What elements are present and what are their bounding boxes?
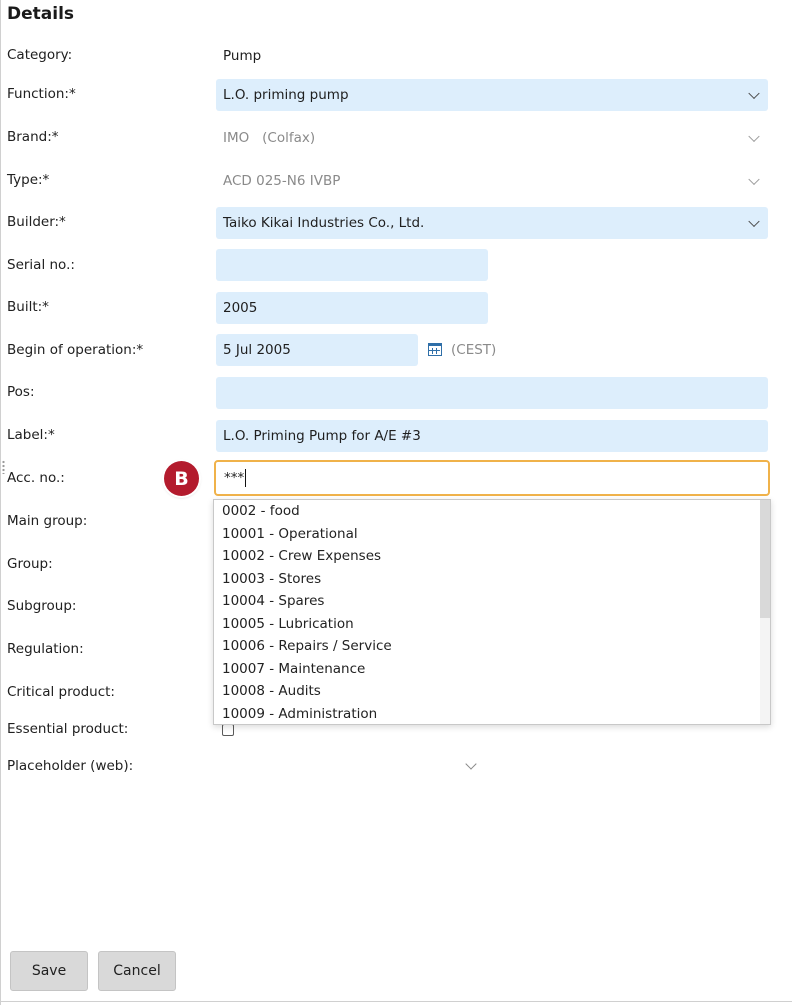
type-select[interactable]: ACD 025-N6 IVBP — [216, 165, 768, 197]
acc-no-input-value: *** — [224, 470, 245, 486]
subgroup-label: Subgroup: — [7, 598, 77, 614]
pos-input[interactable] — [216, 377, 768, 409]
cancel-button[interactable]: Cancel — [98, 951, 176, 991]
placeholder-web-label: Placeholder (web): — [7, 758, 134, 774]
section-title: Details — [7, 4, 75, 24]
dropdown-option[interactable]: 10004 - Spares — [214, 590, 770, 613]
pos-label: Pos: — [7, 384, 35, 400]
brand-label: Brand:* — [7, 129, 59, 145]
serial-no-label: Serial no.: — [7, 257, 75, 273]
chevron-down-icon — [748, 130, 760, 143]
dropdown-option[interactable]: 10005 - Lubrication — [214, 613, 770, 636]
details-form: Details Category: Pump Function:* L.O. p… — [0, 0, 792, 1005]
chevron-down-icon — [748, 87, 760, 100]
builder-label: Builder:* — [7, 214, 66, 230]
dropdown-option[interactable]: 10002 - Crew Expenses — [214, 545, 770, 568]
built-input[interactable]: 2005 — [216, 292, 488, 324]
text-cursor — [245, 469, 247, 487]
brand-select[interactable]: IMO (Colfax) — [216, 122, 768, 154]
serial-no-input[interactable] — [216, 249, 488, 281]
save-button[interactable]: Save — [10, 951, 88, 991]
step-badge: B — [164, 461, 199, 496]
brand-select-value: IMO (Colfax) — [223, 130, 316, 146]
type-select-value: ACD 025-N6 IVBP — [223, 173, 341, 189]
dropdown-scrollbar[interactable] — [760, 500, 770, 724]
group-label: Group: — [7, 556, 53, 572]
drag-handle[interactable] — [2, 460, 5, 474]
begin-operation-input[interactable]: 5 Jul 2005 — [216, 334, 418, 366]
dropdown-scrollbar-thumb[interactable] — [760, 500, 770, 618]
function-select-value: L.O. priming pump — [223, 87, 349, 103]
chevron-down-icon[interactable] — [465, 758, 477, 770]
begin-operation-label: Begin of operation:* — [7, 342, 144, 358]
critical-product-label: Critical product: — [7, 684, 115, 700]
dropdown-list: 0002 - food 10001 - Operational 10002 - Cr… — [214, 500, 770, 725]
bottom-divider — [1, 1001, 792, 1002]
function-label: Function:* — [7, 86, 76, 102]
builder-select-value: Taiko Kikai Industries Co., Ltd. — [223, 215, 425, 231]
function-select[interactable]: L.O. priming pump — [216, 79, 768, 111]
label-label: Label:* — [7, 427, 55, 443]
dropdown-option[interactable]: 10008 - Audits — [214, 680, 770, 703]
acc-no-label: Acc. no.: — [7, 470, 65, 486]
builder-select[interactable]: Taiko Kikai Industries Co., Ltd. — [216, 207, 768, 239]
dropdown-option[interactable]: 10009 - Administration — [214, 703, 770, 725]
type-label: Type:* — [7, 172, 50, 188]
category-label: Category: — [7, 47, 73, 63]
regulation-label: Regulation: — [7, 641, 84, 657]
essential-product-label: Essential product: — [7, 721, 129, 737]
chevron-down-icon — [748, 215, 760, 228]
category-value: Pump — [223, 48, 262, 64]
dropdown-option[interactable]: 10001 - Operational — [214, 523, 770, 546]
built-label: Built:* — [7, 299, 49, 315]
calendar-icon[interactable] — [428, 343, 442, 356]
essential-product-checkbox[interactable] — [222, 724, 234, 736]
chevron-down-icon — [748, 173, 760, 186]
dropdown-option[interactable]: 10007 - Maintenance — [214, 658, 770, 681]
timezone-label: (CEST) — [451, 342, 497, 358]
dropdown-option[interactable]: 0002 - food — [214, 500, 770, 523]
dropdown-option[interactable]: 10003 - Stores — [214, 568, 770, 591]
dropdown-option[interactable]: 10006 - Repairs / Service — [214, 635, 770, 658]
main-group-label: Main group: — [7, 513, 88, 529]
acc-no-input[interactable]: *** — [214, 460, 770, 496]
acc-no-dropdown[interactable]: 0002 - food 10001 - Operational 10002 - Cr… — [213, 499, 771, 725]
label-input[interactable]: L.O. Priming Pump for A/E #3 — [216, 420, 768, 452]
